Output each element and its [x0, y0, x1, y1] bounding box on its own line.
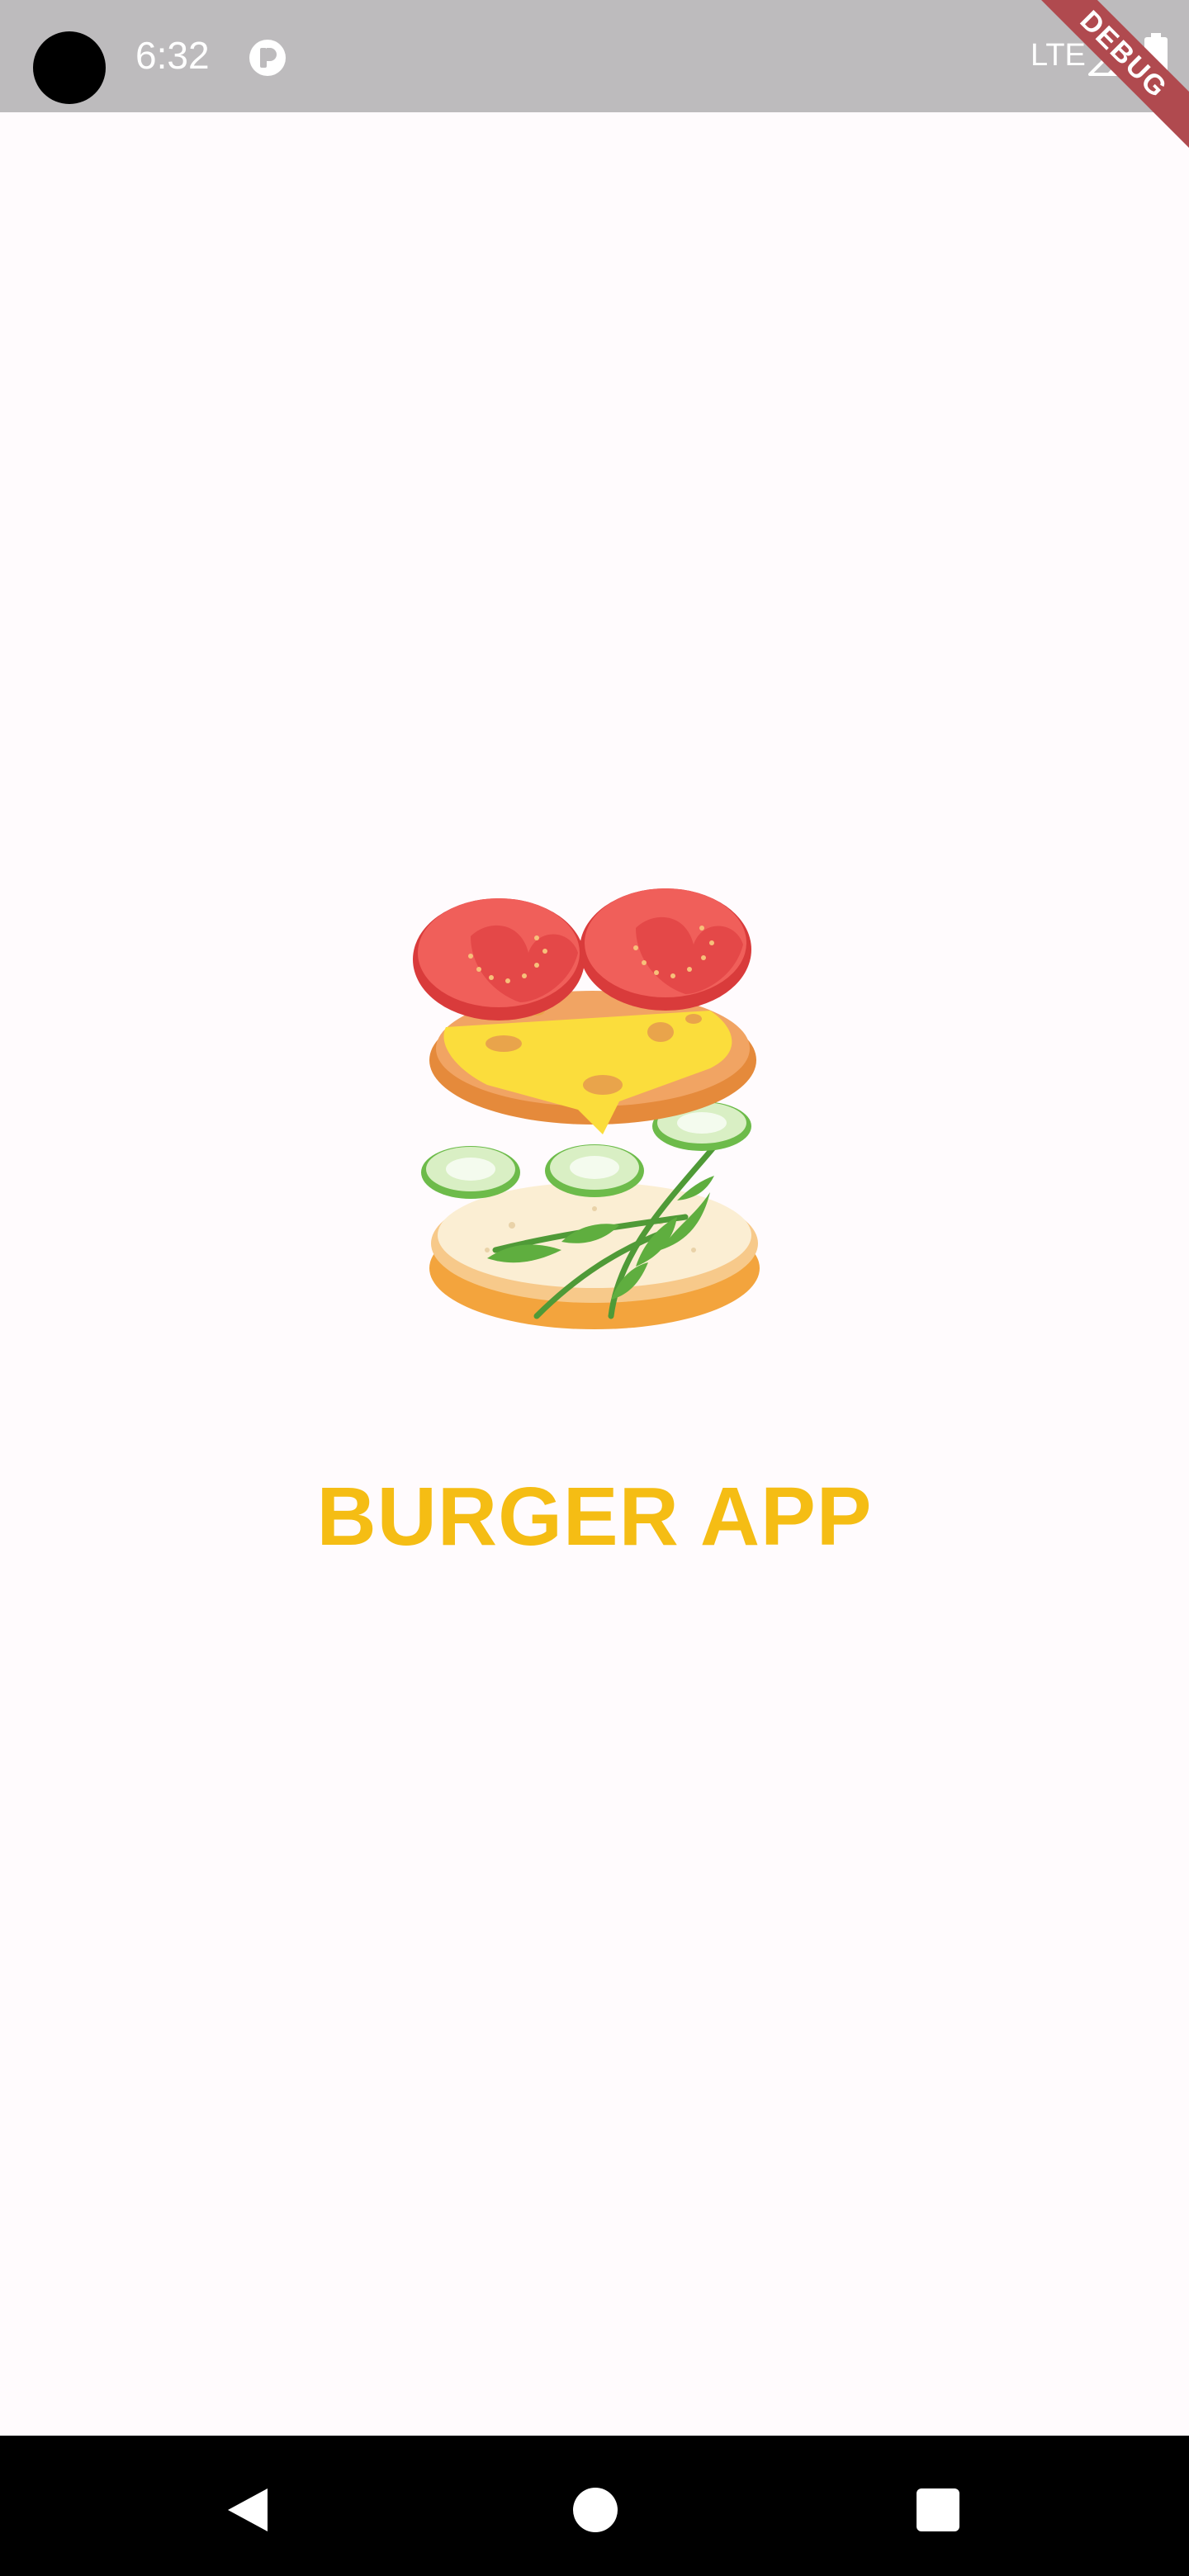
system-nav-bar [0, 2436, 1189, 2576]
recents-icon[interactable] [917, 2488, 959, 2531]
app-notification-icon [249, 40, 286, 76]
debug-banner: DEBUG [1025, 0, 1189, 154]
home-icon[interactable] [573, 2488, 618, 2532]
debug-banner-corner: DEBUG [1024, 0, 1189, 165]
app-title: BURGER APP [316, 1470, 873, 1563]
status-time: 6:32 [135, 34, 210, 77]
burger-illustration [413, 888, 760, 1329]
camera-cutout [33, 31, 106, 104]
back-icon[interactable] [225, 2485, 271, 2535]
status-bar: 6:32 LTE [0, 0, 1189, 112]
splash-screen: 6:32 LTE DEBUG BURGER APP [0, 0, 1189, 2576]
